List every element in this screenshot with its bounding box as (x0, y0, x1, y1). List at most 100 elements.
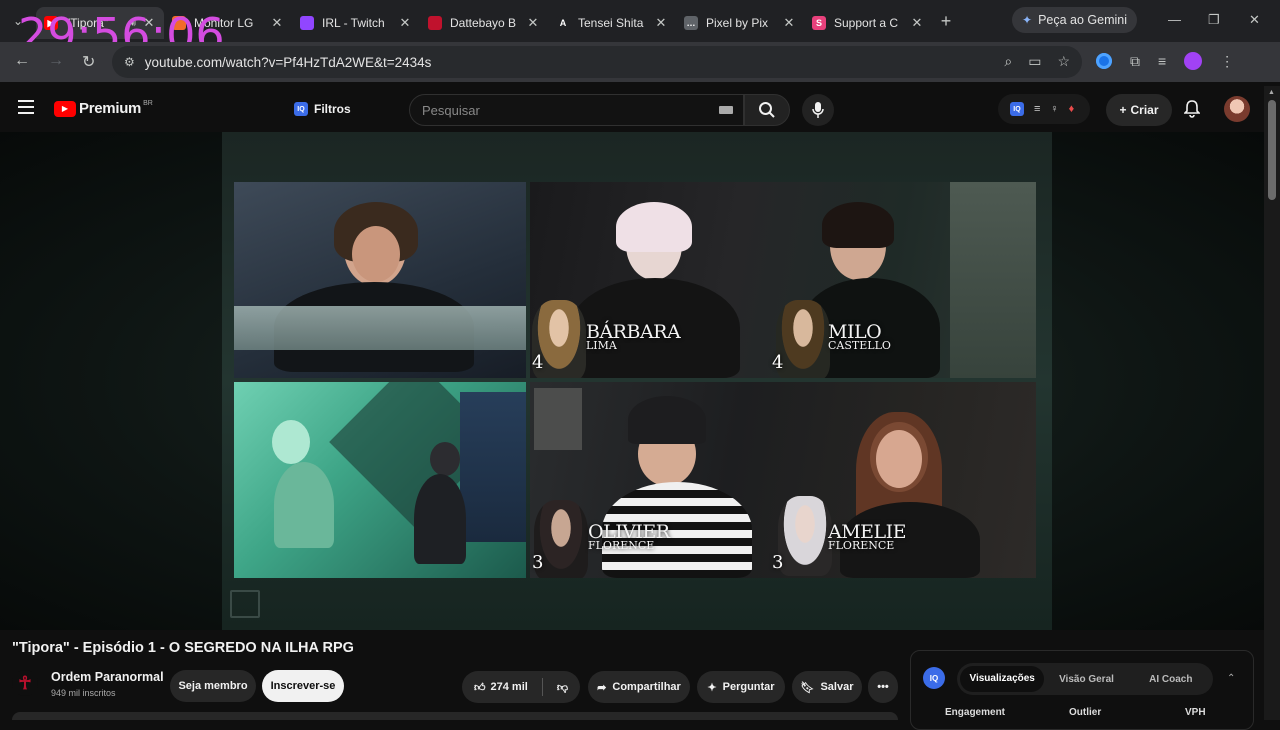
page-scrollbar[interactable]: ▲ (1264, 86, 1280, 720)
tab-close-icon[interactable]: ✕ (398, 15, 412, 31)
search-placeholder: Pesquisar (422, 102, 480, 118)
tab-favicon-icon (300, 16, 314, 30)
close-window-icon[interactable]: ✕ (1249, 12, 1260, 28)
browser-tab[interactable]: A Tensei Shita ✕ (548, 7, 676, 39)
restore-icon[interactable]: ❐ (1208, 12, 1220, 28)
more-dots-icon: ••• (877, 681, 889, 693)
voice-search-button[interactable] (802, 94, 834, 126)
hamburger-menu-icon[interactable] (18, 100, 34, 118)
minimize-icon[interactable]: — (1168, 12, 1181, 27)
scroll-thumb[interactable] (1268, 100, 1276, 200)
video-player[interactable]: BÁRBARA LIMA 4 MILO CASTELLO 4 OLIVIER FLOR… (0, 132, 1264, 630)
alert-ext-icon[interactable]: ♦ (1069, 103, 1075, 115)
share-button[interactable]: ➦ Compartilhar (588, 671, 690, 703)
tab-visualizacoes[interactable]: Visualizações (960, 666, 1045, 692)
analytics-side-panel: IQ Visualizações Visão Geral AI Coach ⌃ … (910, 650, 1254, 730)
browser-profile-icon[interactable] (1184, 52, 1203, 70)
browser-tab[interactable]: … Pixel by Pix ✕ (676, 7, 804, 39)
media-control-icon[interactable]: ≡ (1158, 53, 1166, 69)
url-text[interactable]: youtube.com/watch?v=Pf4HzTdA2WE&t=2434s (145, 55, 432, 70)
panel-tabs: Visualizações Visão Geral AI Coach (957, 663, 1213, 695)
notifications-bell-icon[interactable] (1183, 100, 1201, 123)
browser-toolbar: ← → ↻ ⚙ youtube.com/watch?v=Pf4HzTdA2WE&… (0, 42, 1280, 82)
face-inner (352, 226, 400, 282)
youtube-logo[interactable]: ▶ Premium BR (54, 100, 153, 117)
desk (234, 306, 526, 350)
new-tab-button[interactable]: + (932, 11, 960, 32)
scroll-up-arrow-icon[interactable]: ▲ (1268, 89, 1275, 96)
gemini-label: Peça ao Gemini (1038, 13, 1127, 27)
wall-outlet (534, 388, 582, 450)
plus-icon: + (1119, 103, 1127, 117)
browser-tab[interactable]: S Support a C ✕ (804, 7, 932, 39)
tab-close-icon[interactable]: ✕ (526, 15, 540, 31)
bookmark-star-icon[interactable]: ☆ (1057, 53, 1070, 70)
youtube-play-icon: ▶ (54, 100, 76, 117)
collapse-caret-icon[interactable]: ⌃ (1227, 673, 1235, 684)
address-bar[interactable]: ⚙ youtube.com/watch?v=Pf4HzTdA2WE&t=2434… (112, 46, 1082, 78)
tab-close-icon[interactable]: ✕ (654, 15, 668, 31)
scene-char-2-body (414, 474, 466, 564)
filters-button[interactable]: IQ Filtros (294, 102, 351, 116)
gemini-button[interactable]: ✦ Peça ao Gemini (1012, 7, 1137, 33)
wall-panel (950, 182, 1036, 378)
create-button[interactable]: + Criar (1106, 94, 1172, 126)
forward-arrow-icon[interactable]: → (48, 52, 64, 70)
video-panel-players-bottom: OLIVIER FLORENCE 3 AMELIE FLORENCE 3 (530, 382, 1036, 578)
char-number-4: 3 (772, 552, 784, 573)
tab-ai-coach[interactable]: AI Coach (1129, 674, 1213, 685)
char-name-1: BÁRBARA LIMA (586, 321, 681, 353)
trophy-ext-icon[interactable]: ♀ (1050, 103, 1058, 115)
search-input[interactable]: Pesquisar (409, 94, 744, 126)
subscribe-button[interactable]: Inscrever-se (262, 670, 344, 702)
create-label: Criar (1130, 103, 1159, 117)
char-name-2: MILO CASTELLO (828, 321, 891, 353)
tab-close-icon[interactable]: ✕ (270, 15, 284, 31)
bookmark-icon: 🔖︎ (800, 681, 815, 694)
tab-title: Pixel by Pix (706, 16, 769, 30)
keyboard-icon[interactable] (719, 106, 733, 114)
extensions-puzzle-icon[interactable]: ⧉ (1130, 53, 1140, 70)
iq-badge-icon: IQ (294, 102, 308, 116)
iq-ext-icon[interactable]: IQ (1010, 102, 1024, 116)
browser-menu-icon[interactable]: ⋮ (1220, 53, 1234, 70)
like-divider (541, 678, 543, 696)
more-actions-button[interactable]: ••• (868, 671, 898, 703)
thumbs-down-icon: 👎︎ (556, 681, 568, 694)
tab-close-icon[interactable]: ✕ (782, 15, 796, 31)
save-label: Salvar (820, 681, 854, 693)
description-box[interactable] (12, 712, 898, 720)
tab-favicon-icon (428, 16, 442, 30)
metric-outlier: Outlier (1069, 707, 1102, 718)
tab-close-icon[interactable]: ✕ (910, 15, 924, 31)
extension-blue-icon[interactable] (1096, 53, 1112, 69)
zoom-icon[interactable]: ⌕ (1004, 53, 1012, 70)
channel-avatar[interactable]: ☥ (12, 670, 38, 696)
iq-panel-icon[interactable]: IQ (923, 667, 945, 689)
reload-icon[interactable]: ↻ (82, 52, 95, 72)
list-ext-icon[interactable]: ≡ (1034, 103, 1040, 115)
extension-toolbar: IQ ≡ ♀ ♦ (998, 94, 1090, 124)
video-panel-scene (234, 382, 526, 578)
join-button[interactable]: Seja membro (170, 670, 256, 702)
like-button[interactable]: 👍︎ 274 mil (474, 681, 528, 694)
cast-icon[interactable]: ▭ (1028, 53, 1041, 70)
back-arrow-icon[interactable]: ← (14, 52, 30, 70)
site-info-icon[interactable]: ⚙ (124, 55, 135, 69)
search-button[interactable] (744, 94, 790, 126)
scene-char-1-body (274, 462, 334, 548)
ask-label: Perguntar (722, 681, 775, 693)
char-name-3: OLIVIER FLORENCE (588, 521, 670, 553)
user-avatar[interactable] (1224, 96, 1250, 122)
browser-tab[interactable]: IRL - Twitch ✕ (292, 7, 420, 39)
metric-engagement: Engagement (945, 707, 1006, 718)
browser-tab[interactable]: Dattebayo B ✕ (420, 7, 548, 39)
channel-name[interactable]: Ordem Paranormal (51, 670, 164, 684)
search-icon (759, 102, 775, 118)
tab-visao-geral[interactable]: Visão Geral (1044, 674, 1128, 685)
dislike-button[interactable]: 👎︎ (557, 681, 568, 694)
sparkle-icon: ✦ (707, 681, 717, 694)
ask-button[interactable]: ✦ Perguntar (697, 671, 785, 703)
save-button[interactable]: 🔖︎ Salvar (792, 671, 862, 703)
like-dislike-group: 👍︎ 274 mil 👎︎ (462, 671, 580, 703)
